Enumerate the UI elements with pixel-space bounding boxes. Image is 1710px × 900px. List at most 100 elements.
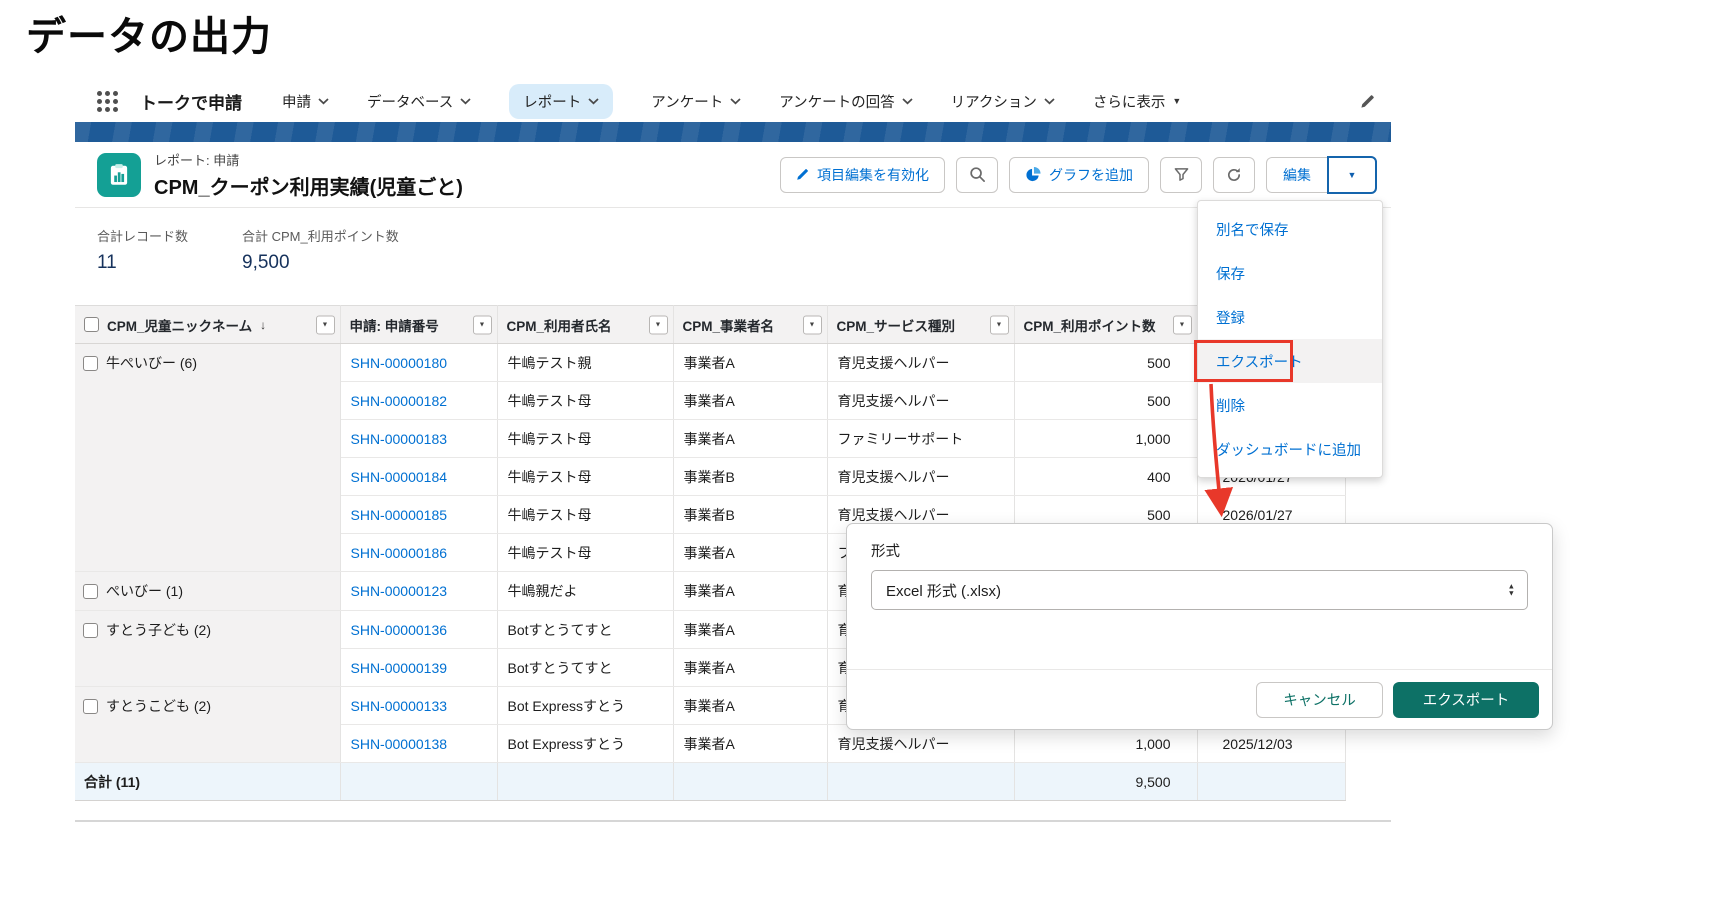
nav-tab-label: データベース bbox=[367, 91, 453, 112]
format-label: 形式 bbox=[871, 540, 1528, 561]
column-menu-button[interactable]: ▼ bbox=[316, 315, 335, 334]
edit-dropdown-button[interactable]: ▼ bbox=[1327, 156, 1377, 194]
select-stepper-icon: ▲▼ bbox=[1508, 584, 1515, 597]
menu-item-delete[interactable]: 削除 bbox=[1198, 383, 1382, 427]
menu-item-subscribe[interactable]: 登録 bbox=[1198, 295, 1382, 339]
nav-tab-label: リアクション bbox=[951, 91, 1037, 112]
nav-tab-requests[interactable]: 申請 bbox=[282, 84, 329, 119]
provider-cell: 事業者B bbox=[673, 496, 827, 534]
column-header-label: CPM_事業者名 bbox=[683, 315, 775, 335]
export-button[interactable]: エクスポート bbox=[1393, 682, 1539, 718]
search-button[interactable] bbox=[956, 157, 998, 193]
provider-cell: 事業者A bbox=[673, 382, 827, 420]
service-type-cell: 育児支援ヘルパー bbox=[827, 344, 1014, 382]
request-number-link[interactable]: SHN-00000182 bbox=[351, 393, 448, 409]
request-number-link[interactable]: SHN-00000123 bbox=[351, 583, 448, 599]
group-checkbox[interactable] bbox=[83, 623, 98, 638]
provider-cell: 事業者A bbox=[673, 344, 827, 382]
request-number-link[interactable]: SHN-00000136 bbox=[351, 622, 448, 638]
total-empty-cell bbox=[497, 763, 673, 801]
provider-cell: 事業者A bbox=[673, 611, 827, 649]
group-name: すとうこども (2) bbox=[106, 696, 211, 716]
filter-icon bbox=[1174, 167, 1189, 182]
request-number-link[interactable]: SHN-00000184 bbox=[351, 469, 448, 485]
request-number-link[interactable]: SHN-00000133 bbox=[351, 698, 448, 714]
user-name-cell: 牛嶋親だよ bbox=[497, 572, 673, 611]
request-number-link[interactable]: SHN-00000180 bbox=[351, 355, 448, 371]
column-menu-button[interactable]: ▼ bbox=[1173, 315, 1192, 334]
menu-item-add-to-dashboard[interactable]: ダッシュボードに追加 bbox=[1198, 427, 1382, 471]
page-edit-pencil-icon[interactable] bbox=[1360, 94, 1375, 109]
format-select-value: Excel 形式 (.xlsx) bbox=[886, 580, 1001, 601]
provider-cell: 事業者A bbox=[673, 687, 827, 725]
export-button-label: エクスポート bbox=[1423, 689, 1510, 710]
column-menu-button[interactable]: ▼ bbox=[649, 315, 668, 334]
request-number-link[interactable]: SHN-00000183 bbox=[351, 431, 448, 447]
column-header[interactable]: CPM_事業者名 ▼ bbox=[673, 306, 827, 344]
request-number-cell: SHN-00000139 bbox=[340, 649, 497, 687]
column-header[interactable]: CPM_利用ポイント数▼ bbox=[1014, 306, 1197, 344]
add-chart-button[interactable]: グラフを追加 bbox=[1009, 157, 1149, 193]
request-number-link[interactable]: SHN-00000138 bbox=[351, 736, 448, 752]
chevron-down-icon bbox=[588, 93, 599, 109]
chart-icon bbox=[1025, 167, 1041, 183]
column-header-label: CPM_サービス種別 bbox=[837, 315, 956, 335]
chevron-down-icon bbox=[460, 93, 471, 109]
report-header: レポート: 申請 CPM_クーポン利用実績(児童ごと) 項目編集を有効化 bbox=[75, 142, 1391, 208]
nav-tab-reactions[interactable]: リアクション bbox=[951, 84, 1055, 119]
menu-item-export[interactable]: エクスポート bbox=[1198, 339, 1382, 383]
group-cell: すとうこども (2) bbox=[75, 687, 340, 763]
app-launcher-icon[interactable] bbox=[97, 91, 118, 112]
user-name-cell: 牛嶋テスト母 bbox=[497, 496, 673, 534]
edit-button[interactable]: 編集 bbox=[1266, 157, 1328, 193]
request-number-link[interactable]: SHN-00000186 bbox=[351, 545, 448, 561]
nav-tab-database[interactable]: データベース bbox=[367, 84, 471, 119]
points-cell: 500 bbox=[1014, 382, 1197, 420]
provider-cell: 事業者A bbox=[673, 649, 827, 687]
service-type-cell: 育児支援ヘルパー bbox=[827, 382, 1014, 420]
provider-cell: 事業者A bbox=[673, 534, 827, 572]
total-empty-cell bbox=[673, 763, 827, 801]
request-number-cell: SHN-00000123 bbox=[340, 572, 497, 611]
export-dialog: 形式 Excel 形式 (.xlsx) ▲▼ キャンセル エクスポート bbox=[846, 523, 1553, 730]
app-name: トークで申請 bbox=[140, 89, 242, 114]
column-header[interactable]: 申請: 申請番号▼ bbox=[340, 306, 497, 344]
user-name-cell: Botすとうてすと bbox=[497, 611, 673, 649]
column-menu-button[interactable]: ▼ bbox=[473, 315, 492, 334]
request-number-cell: SHN-00000138 bbox=[340, 725, 497, 763]
column-header[interactable]: CPM_児童ニックネーム↓▼ bbox=[75, 306, 340, 344]
points-cell: 1,000 bbox=[1014, 725, 1197, 763]
group-cell: 牛ぺいびー (6) bbox=[75, 344, 340, 572]
request-number-link[interactable]: SHN-00000185 bbox=[351, 507, 448, 523]
filter-button[interactable] bbox=[1160, 157, 1202, 193]
chevron-down-icon bbox=[318, 93, 329, 109]
chevron-down-icon bbox=[730, 93, 741, 109]
column-menu-button[interactable]: ▼ bbox=[990, 315, 1009, 334]
menu-item-save[interactable]: 保存 bbox=[1198, 251, 1382, 295]
group-checkbox[interactable] bbox=[83, 699, 98, 714]
request-number-link[interactable]: SHN-00000139 bbox=[351, 660, 448, 676]
nav-tab-surveys[interactable]: アンケート bbox=[651, 84, 741, 119]
group-checkbox[interactable] bbox=[83, 584, 98, 599]
column-header-label: CPM_利用者氏名 bbox=[507, 315, 612, 335]
select-all-checkbox[interactable] bbox=[84, 317, 99, 332]
column-menu-button[interactable]: ▼ bbox=[803, 315, 822, 334]
group-checkbox[interactable] bbox=[83, 356, 98, 371]
menu-item-save-as[interactable]: 別名で保存 bbox=[1198, 207, 1382, 251]
refresh-icon bbox=[1226, 167, 1242, 183]
provider-cell: 事業者A bbox=[673, 420, 827, 458]
cancel-button[interactable]: キャンセル bbox=[1256, 682, 1383, 718]
request-number-cell: SHN-00000180 bbox=[340, 344, 497, 382]
add-chart-label: グラフを追加 bbox=[1049, 165, 1133, 185]
refresh-button[interactable] bbox=[1213, 157, 1255, 193]
caret-down-icon: ▼ bbox=[1348, 170, 1357, 180]
total-points: 9,500 bbox=[1014, 763, 1197, 801]
column-header[interactable]: CPM_利用者氏名 ▼ bbox=[497, 306, 673, 344]
date-cell: 2025/12/03 bbox=[1197, 725, 1345, 763]
nav-tab-reports[interactable]: レポート bbox=[509, 84, 613, 119]
format-select[interactable]: Excel 形式 (.xlsx) ▲▼ bbox=[871, 570, 1528, 610]
nav-tab-show-more[interactable]: さらに表示▼ bbox=[1093, 84, 1181, 119]
nav-tab-survey-responses[interactable]: アンケートの回答 bbox=[779, 84, 912, 119]
enable-inline-edit-button[interactable]: 項目編集を有効化 bbox=[780, 157, 945, 193]
column-header[interactable]: CPM_サービス種別 ▼ bbox=[827, 306, 1014, 344]
